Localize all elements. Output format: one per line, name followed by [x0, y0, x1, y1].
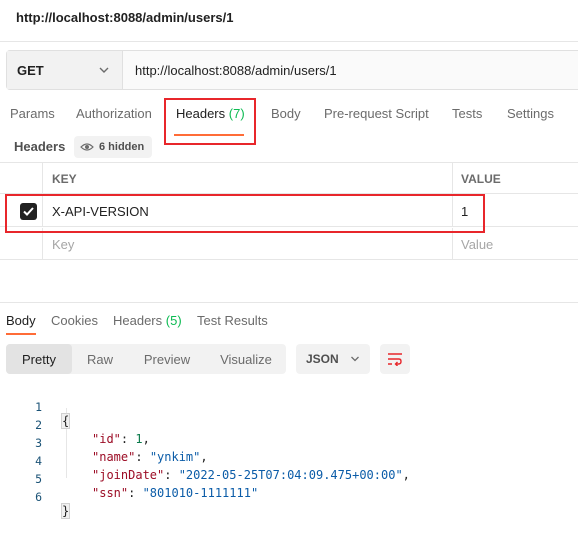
- json-field: "joinDate": "2022-05-25T07:04:09.475+00:…: [92, 468, 410, 482]
- tab-params[interactable]: Params: [10, 106, 55, 121]
- code-line: 4 "joinDate": "2022-05-25T07:04:09.475+0…: [0, 440, 410, 482]
- response-tab-headers-count: (5): [165, 313, 182, 328]
- table-header-row: KEY VALUE: [0, 162, 578, 194]
- response-tab-test-results[interactable]: Test Results: [197, 313, 268, 328]
- json-value: "801010-1111111": [142, 486, 259, 500]
- json-separator: :: [128, 486, 143, 500]
- json-value: "2022-05-25T07:04:09.475+00:00": [178, 468, 403, 482]
- request-tabs: Params Authorization Headers (7) Body Pr…: [0, 100, 578, 130]
- method-label: GET: [17, 62, 44, 78]
- window-title-url: http://localhost:8088/admin/users/1: [16, 10, 234, 25]
- line-number: 6: [35, 490, 42, 504]
- value-placeholder-input[interactable]: Value: [461, 237, 493, 252]
- tab-authorization[interactable]: Authorization: [76, 106, 152, 121]
- column-divider: [42, 163, 43, 193]
- json-key: "id": [92, 432, 121, 446]
- view-pretty-button[interactable]: Pretty: [6, 344, 72, 374]
- response-tab-body[interactable]: Body: [6, 313, 36, 328]
- code-line: 3 "name": "ynkim",: [0, 422, 208, 464]
- format-select[interactable]: JSON: [296, 344, 370, 374]
- view-raw-button[interactable]: Raw: [76, 344, 124, 374]
- wrap-lines-icon: [388, 353, 402, 366]
- key-placeholder-input[interactable]: Key: [52, 237, 74, 252]
- view-mode-group: Pretty Raw Preview Visualize: [6, 344, 286, 374]
- json-trail: ,: [142, 432, 150, 446]
- url-input[interactable]: http://localhost:8088/admin/users/1: [123, 51, 578, 89]
- hidden-headers-label: 6 hidden: [99, 141, 145, 153]
- request-bar: GET http://localhost:8088/admin/users/1: [6, 50, 578, 90]
- tab-body[interactable]: Body: [271, 106, 301, 121]
- json-separator: :: [120, 432, 136, 446]
- code-line: 1 {: [0, 386, 71, 429]
- json-key: "name": [92, 450, 136, 464]
- wrap-lines-button[interactable]: [380, 344, 410, 374]
- response-tab-cookies[interactable]: Cookies: [51, 313, 98, 328]
- json-value: "ynkim": [149, 450, 201, 464]
- highlight-box-header-row: [5, 194, 485, 233]
- title-divider: [0, 41, 578, 42]
- format-select-label: JSON: [306, 352, 339, 366]
- close-brace: }: [60, 503, 71, 519]
- code-line: 2 "id": 1,: [0, 404, 150, 446]
- code-line: 5 "ssn": "801010-1111111": [0, 458, 258, 500]
- json-separator: :: [164, 468, 179, 482]
- response-active-tab-underline: [6, 333, 36, 335]
- tab-tests[interactable]: Tests: [452, 106, 482, 121]
- highlight-box-headers-tab: [164, 98, 256, 145]
- json-trail: ,: [402, 468, 410, 482]
- chevron-down-icon: [99, 67, 109, 73]
- json-key: "joinDate": [92, 468, 165, 482]
- tab-settings[interactable]: Settings: [507, 106, 554, 121]
- response-tab-headers-label: Headers: [113, 313, 163, 328]
- json-field: "id": 1,: [92, 432, 150, 446]
- tab-pre-request-script[interactable]: Pre-request Script: [324, 106, 429, 121]
- section-divider: [0, 302, 578, 303]
- json-value: 1: [135, 432, 143, 446]
- json-key: "ssn": [92, 486, 129, 500]
- view-visualize-button[interactable]: Visualize: [210, 344, 282, 374]
- response-tab-headers[interactable]: Headers (5): [113, 313, 182, 328]
- method-select[interactable]: GET: [7, 51, 123, 89]
- eye-icon: [80, 143, 94, 151]
- chevron-down-icon: [351, 356, 359, 362]
- json-field: "ssn": "801010-1111111": [92, 486, 258, 500]
- column-divider: [452, 163, 453, 193]
- json-separator: :: [135, 450, 150, 464]
- hidden-headers-toggle[interactable]: 6 hidden: [74, 136, 153, 158]
- column-header-value: VALUE: [461, 172, 501, 186]
- code-line: 6 }: [0, 476, 71, 519]
- headers-section-title: Headers: [14, 139, 66, 154]
- json-field: "name": "ynkim",: [92, 450, 208, 464]
- column-header-key: KEY: [52, 172, 77, 186]
- json-trail: ,: [200, 450, 208, 464]
- open-brace: {: [60, 413, 71, 429]
- view-preview-button[interactable]: Preview: [134, 344, 200, 374]
